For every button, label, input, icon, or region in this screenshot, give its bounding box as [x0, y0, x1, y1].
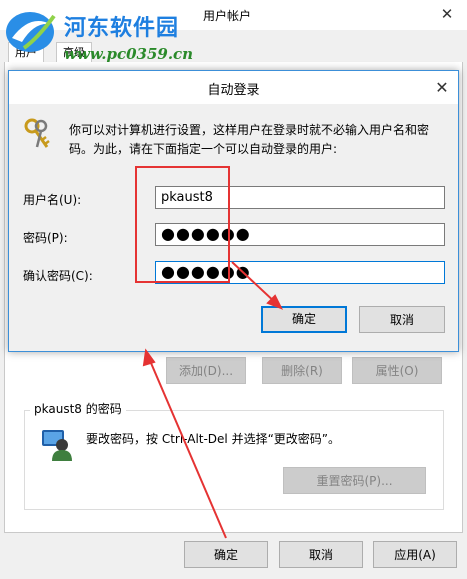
password-groupbox: [24, 410, 444, 510]
apply-button[interactable]: 应用(A): [373, 541, 457, 568]
change-password-hint: 要改密码，按 Ctrl-Alt-Del 并选择“更改密码”。: [86, 432, 341, 446]
fields-highlight-box: [135, 166, 230, 283]
confirm-password-label: 确认密码(C):: [23, 269, 93, 283]
bg-window-title: 用户帐户: [203, 9, 252, 23]
watermark-site-name: 河东软件园: [64, 15, 180, 41]
watermark-url: www.pc0359.cn: [64, 45, 194, 63]
password-label: 密码(P):: [23, 231, 68, 245]
keys-icon: [21, 117, 55, 153]
dialog-title: 自动登录: [207, 83, 260, 98]
site-logo-icon: [4, 8, 60, 56]
bg-window-close-button[interactable]: ✕: [430, 2, 464, 26]
dialog-close-button[interactable]: ✕: [426, 71, 458, 104]
bg-cancel-button[interactable]: 取消: [279, 541, 363, 568]
dialog-description: 你可以对计算机进行设置，这样用户在登录时就不必输入用户名和密码。为此，请在下面指…: [69, 123, 430, 156]
bg-ok-button[interactable]: 确定: [184, 541, 268, 568]
dialog-ok-button[interactable]: 确定: [261, 306, 347, 333]
auto-login-dialog: 自动登录 ✕ 你可以对计算机进行设置，这样用户在登录时就不必输入用户名和密码。为…: [8, 70, 459, 352]
remove-user-button[interactable]: 删除(R): [262, 357, 342, 384]
user-account-icon: [40, 428, 74, 462]
add-user-button[interactable]: 添加(D)...: [166, 357, 246, 384]
dialog-cancel-button[interactable]: 取消: [359, 306, 445, 333]
username-label: 用户名(U):: [23, 193, 82, 207]
properties-button[interactable]: 属性(O): [352, 357, 442, 384]
password-group-title: pkaust8 的密码: [30, 400, 126, 417]
reset-password-button[interactable]: 重置密码(P)...: [283, 467, 426, 494]
